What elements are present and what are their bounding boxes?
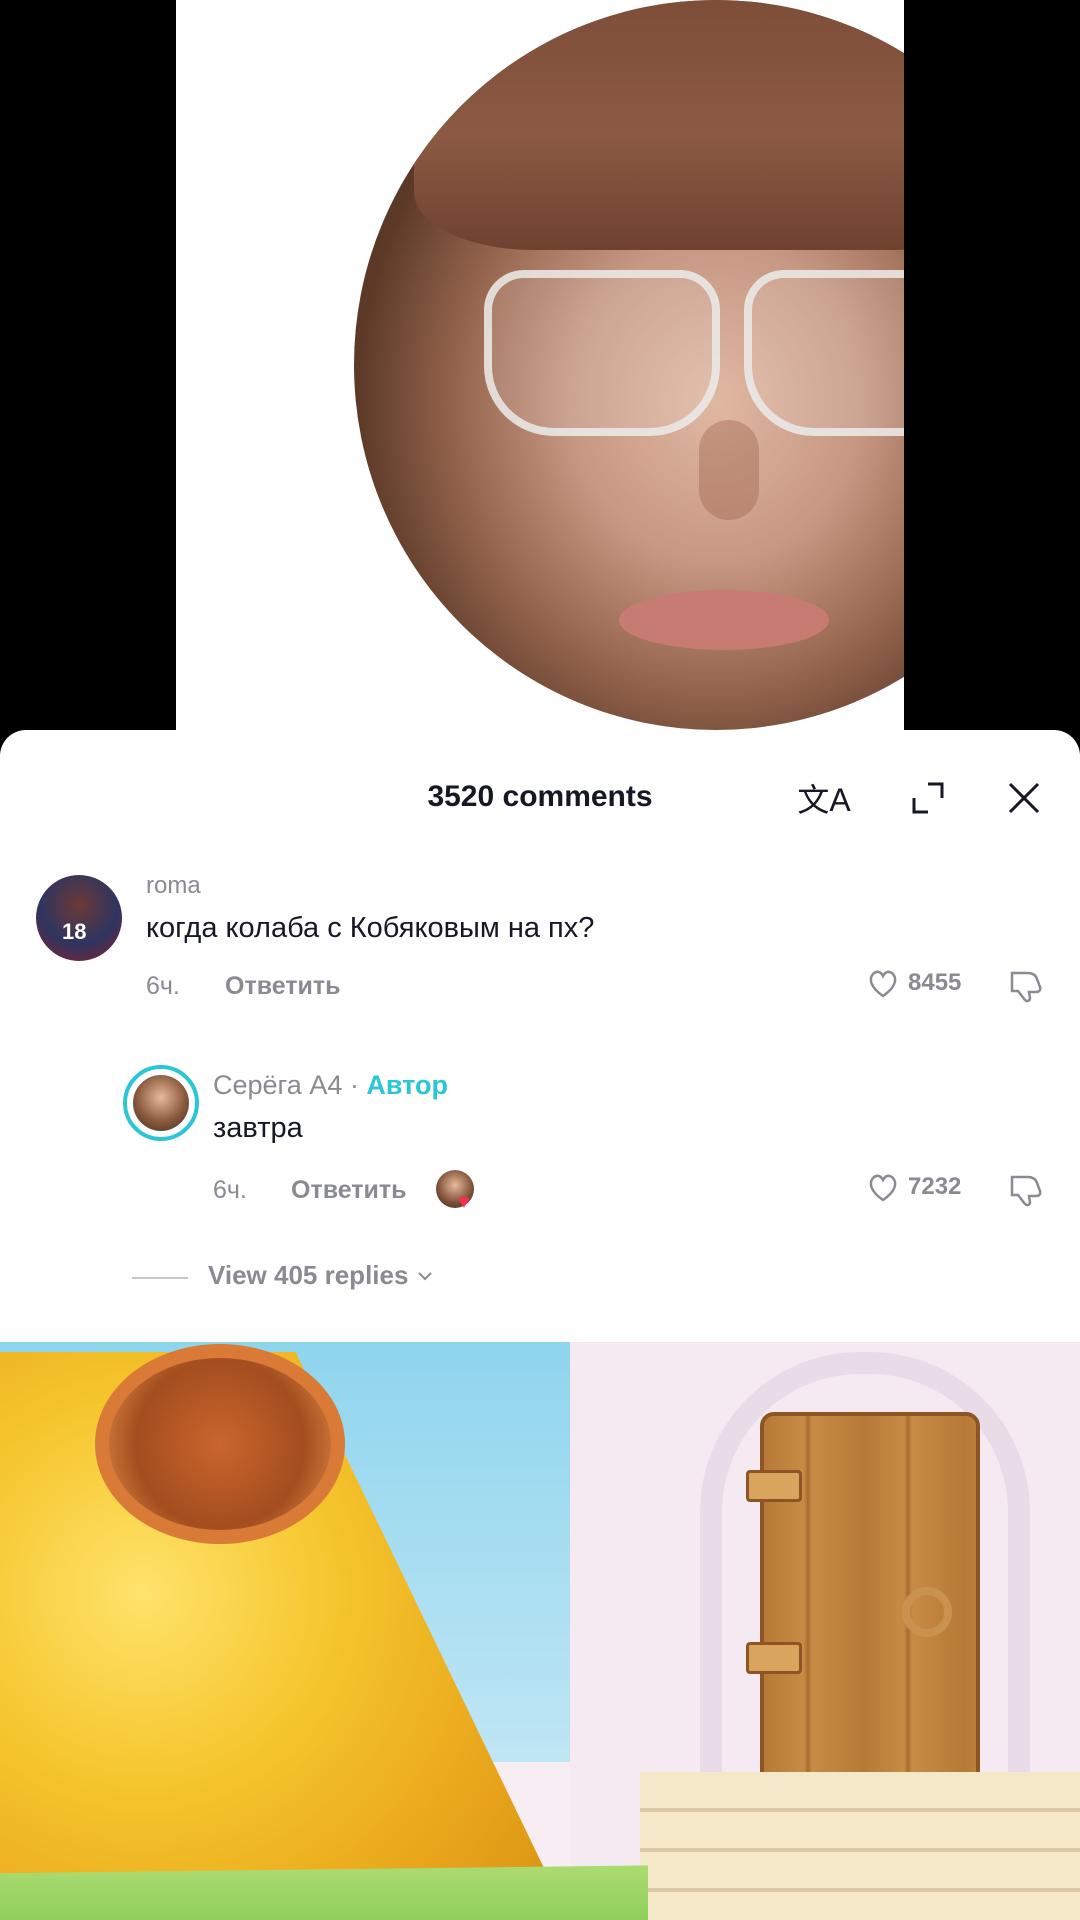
reply-button[interactable]: Ответить	[225, 972, 341, 1001]
author-badge: Автор	[366, 1070, 448, 1100]
dislike-icon[interactable]	[1006, 1171, 1044, 1209]
expand-button[interactable]	[900, 770, 956, 826]
reply-username: Серёга А4 ·	[213, 1070, 359, 1100]
door-knocker-ring	[902, 1587, 952, 1637]
creator-face-video	[354, 0, 904, 730]
view-replies-label: View 405 replies	[208, 1260, 409, 1290]
heart-icon	[869, 970, 897, 998]
reply-to-reply-button[interactable]: Ответить	[291, 1176, 407, 1205]
heart-icon	[869, 1174, 897, 1202]
author-avatar[interactable]	[123, 1065, 199, 1141]
expand-icon	[912, 782, 944, 814]
close-button[interactable]	[996, 770, 1052, 826]
cap	[414, 0, 904, 250]
comment-time: 6ч.	[146, 972, 180, 1000]
stone-steps	[640, 1772, 1080, 1920]
cartoon-video-frame	[0, 1342, 1080, 1920]
creator-heart-icon: ♥	[458, 1191, 470, 1213]
video-frame	[176, 0, 904, 730]
commenter-avatar[interactable]: 18	[36, 875, 122, 961]
mouth	[619, 590, 829, 650]
reply-text: завтра	[213, 1112, 303, 1144]
comment-username[interactable]: roma	[146, 872, 201, 900]
nose	[699, 420, 759, 520]
video-player[interactable]	[0, 0, 1080, 730]
reply-like-button[interactable]: 7232	[866, 1170, 961, 1204]
close-icon	[1008, 782, 1040, 814]
comment-text: когда колаба с Кобяковым на пх?	[146, 912, 595, 944]
view-replies-button[interactable]: View 405 replies	[208, 1260, 434, 1291]
comments-sheet: 3520 comments 文A 18 roma когда колаба с …	[0, 730, 1080, 1342]
like-count: 8455	[908, 969, 962, 996]
glasses-lens-left	[484, 270, 720, 436]
jersey-graphic: 18	[62, 919, 87, 944]
door-hinge-top	[746, 1470, 802, 1502]
chevron-down-icon	[418, 1271, 433, 1280]
door-hinge-bottom	[746, 1642, 802, 1674]
reply-time: 6ч.	[213, 1176, 247, 1204]
like-button[interactable]: 8455	[866, 966, 961, 1000]
reply-username-row[interactable]: Серёга А4 · Автор	[213, 1070, 448, 1101]
dislike-icon[interactable]	[1006, 967, 1044, 1005]
tipped-pot	[95, 1344, 345, 1544]
translate-button[interactable]: 文A	[796, 770, 852, 826]
author-photo	[133, 1075, 189, 1131]
reply-like-count: 7232	[908, 1173, 962, 1200]
translate-icon: 文A	[797, 782, 851, 818]
glasses-lens-right	[744, 270, 904, 436]
replies-divider	[132, 1277, 188, 1279]
